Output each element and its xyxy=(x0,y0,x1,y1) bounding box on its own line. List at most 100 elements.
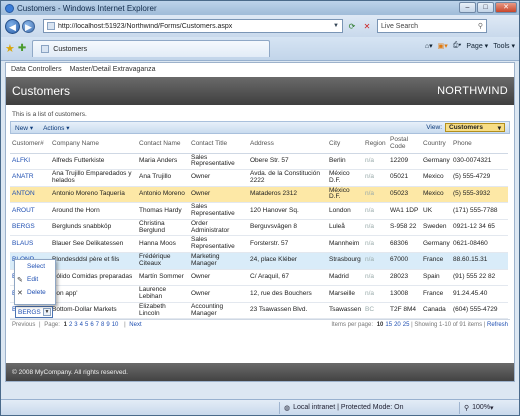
cell-city: Strasbourg xyxy=(327,252,363,270)
actions-menu-button[interactable]: Actions ▾ xyxy=(43,124,69,132)
chevron-down-icon[interactable]: ▼ xyxy=(333,23,339,29)
page-link[interactable]: 7 xyxy=(96,322,99,328)
cell-address: 24, place Kléber xyxy=(248,252,327,270)
cell-city: México D.F. xyxy=(327,186,363,204)
page-size-link[interactable]: 25 xyxy=(403,322,410,328)
new-menu-button[interactable]: New ▾ xyxy=(15,124,33,132)
page-size-link[interactable]: 15 xyxy=(385,322,392,328)
menu-item-data-controllers[interactable]: Data Controllers xyxy=(11,66,62,73)
table-row[interactable]: BERGS Berglunds snabbköp Christina Berglun… xyxy=(10,219,508,237)
cell-phone: 88.60.15.31 xyxy=(451,252,508,270)
table-row[interactable]: BONAPBon app'Laurence LebihanOwner12, ru… xyxy=(10,285,508,303)
zoom-control[interactable]: ⚲ 100% ▾ xyxy=(459,401,519,414)
cell-contact: Thomas Hardy xyxy=(137,202,189,220)
cell-phone: 0621-08460 xyxy=(451,235,508,254)
table-row[interactable]: ALFKI Alfreds Futterkiste Maria Anders Sale… xyxy=(10,153,508,171)
action-bar: New ▾ Actions ▾ View: Customers ▾ xyxy=(10,121,510,134)
page-link[interactable]: 10 xyxy=(112,322,119,328)
context-menu-item-select[interactable]: Select xyxy=(15,260,55,273)
column-header[interactable]: Country xyxy=(421,134,451,154)
table-row[interactable]: BLONPBlondesddsl père et filsFrédérique … xyxy=(10,252,508,270)
security-zone[interactable]: ◍ Local intranet | Protected Mode: On xyxy=(279,401,459,414)
page-link[interactable]: 6 xyxy=(90,322,93,328)
address-field[interactable]: http://localhost:51923/Northwind/Forms/C… xyxy=(43,19,343,33)
cell-city: Marseille xyxy=(327,285,363,303)
table-row[interactable]: BOTTMBottom-Dollar MarketsElizabeth Linc… xyxy=(10,302,508,320)
context-edit-label: Edit xyxy=(27,276,39,283)
favorites-star-icon[interactable]: ★ xyxy=(5,42,15,55)
table-row[interactable]: AROUT Around the Horn Thomas Hardy Sales Re… xyxy=(10,202,508,220)
context-menu-item-delete[interactable]: ✕ Delete xyxy=(15,286,55,299)
page-link[interactable]: 3 xyxy=(74,322,77,328)
table-row[interactable]: BLAUS Blauer See Delikatessen Hanna Moos Sa… xyxy=(10,235,508,254)
print-icon[interactable]: ⎙▾ xyxy=(453,42,462,50)
chevron-down-icon[interactable]: ▼ xyxy=(43,308,51,316)
tab-customers[interactable]: Customers xyxy=(32,40,271,57)
cell-company: Bólido Comidas preparadas xyxy=(50,269,137,287)
cell-id[interactable]: ALFKI xyxy=(10,153,50,171)
next-link[interactable]: Next xyxy=(129,322,141,328)
page-link[interactable]: 1 xyxy=(64,322,67,328)
cell-country: Sweden xyxy=(421,219,451,237)
cell-address: Forsterstr. 57 xyxy=(248,235,327,254)
page-link[interactable]: 5 xyxy=(85,322,88,328)
cell-postal: WA1 1DP xyxy=(388,202,421,220)
feeds-icon[interactable]: ▣▾ xyxy=(438,42,448,50)
menu-item-master-detail[interactable]: Master/Detail Extravaganza xyxy=(70,66,156,73)
refresh-link[interactable]: Refresh xyxy=(487,322,508,328)
back-arrow-icon[interactable]: ◀ xyxy=(5,18,20,34)
brand-name: NORTHWIND xyxy=(437,85,508,97)
context-menu-item-edit[interactable]: ✎ Edit xyxy=(15,273,55,286)
page-size-link[interactable]: 10 xyxy=(377,322,384,328)
column-header[interactable]: Region xyxy=(363,134,388,154)
add-favorites-icon[interactable]: ✚ xyxy=(18,43,26,54)
cell-title: Owner xyxy=(189,169,248,187)
search-input[interactable]: Live Search ⚲ xyxy=(377,19,487,33)
home-icon[interactable]: ⌂▾ xyxy=(425,42,433,50)
page-link[interactable]: 9 xyxy=(106,322,109,328)
view-select[interactable]: Customers ▾ xyxy=(445,123,505,132)
row-action-button[interactable]: BERGS ▼ xyxy=(15,306,53,318)
refresh-icon[interactable]: ⟳ xyxy=(346,22,358,31)
search-placeholder: Live Search xyxy=(381,22,418,30)
column-header[interactable]: Contact Name xyxy=(137,134,189,154)
cell-address: 12, rue des Bouchers xyxy=(248,285,327,303)
search-icon[interactable]: ⚲ xyxy=(478,22,483,30)
table-row[interactable]: BOLIDBólido Comidas preparadasMartín Som… xyxy=(10,269,508,287)
cell-contact: Laurence Lebihan xyxy=(137,285,189,303)
page-link[interactable]: 8 xyxy=(101,322,104,328)
forward-arrow-icon[interactable]: ▶ xyxy=(22,19,35,33)
column-header[interactable]: City xyxy=(327,134,363,154)
row-context-menu: Select ✎ Edit ✕ Delete xyxy=(14,259,56,305)
column-header[interactable]: Address xyxy=(248,134,327,154)
previous-link[interactable]: Previous xyxy=(12,322,35,328)
close-button[interactable]: ✕ xyxy=(495,2,517,13)
page-icon xyxy=(47,22,55,30)
cell-id[interactable]: BLAUS xyxy=(10,235,50,254)
tools-menu[interactable]: Tools ▾ xyxy=(493,42,515,50)
cell-id[interactable]: AROUT xyxy=(10,202,50,220)
column-header[interactable]: Customer# xyxy=(10,134,50,154)
minimize-button[interactable]: – xyxy=(459,2,476,13)
page-link[interactable]: 2 xyxy=(69,322,72,328)
browser-window: Customers - Windows Internet Explorer – … xyxy=(0,0,520,416)
stop-icon[interactable]: ✕ xyxy=(361,22,373,31)
page-menu[interactable]: Page ▾ xyxy=(466,42,488,50)
column-header[interactable]: Postal Code xyxy=(388,134,421,154)
cell-id[interactable]: ANTON xyxy=(10,186,50,204)
table-row[interactable]: ANTON Antonio Moreno Taquería Antonio More… xyxy=(10,186,508,204)
column-header[interactable]: Phone xyxy=(451,134,508,154)
cell-company: Ana Trujillo Emparedados y helados xyxy=(50,169,137,187)
cell-title: Marketing Manager xyxy=(189,252,248,270)
page-link[interactable]: 4 xyxy=(80,322,83,328)
cell-postal: 05021 xyxy=(388,169,421,187)
cell-address: Berguvsvägen 8 xyxy=(248,219,327,237)
maximize-button[interactable]: □ xyxy=(477,2,494,13)
column-header[interactable]: Company Name xyxy=(50,134,137,154)
column-header[interactable]: Contact Title xyxy=(189,134,248,154)
cell-id[interactable]: ANATR xyxy=(10,169,50,187)
table-row[interactable]: ANATR Ana Trujillo Emparedados y helados A… xyxy=(10,169,508,187)
page-size-link[interactable]: 20 xyxy=(394,322,401,328)
chevron-down-icon: ▾ xyxy=(497,124,501,132)
cell-id[interactable]: BERGS xyxy=(10,219,50,237)
